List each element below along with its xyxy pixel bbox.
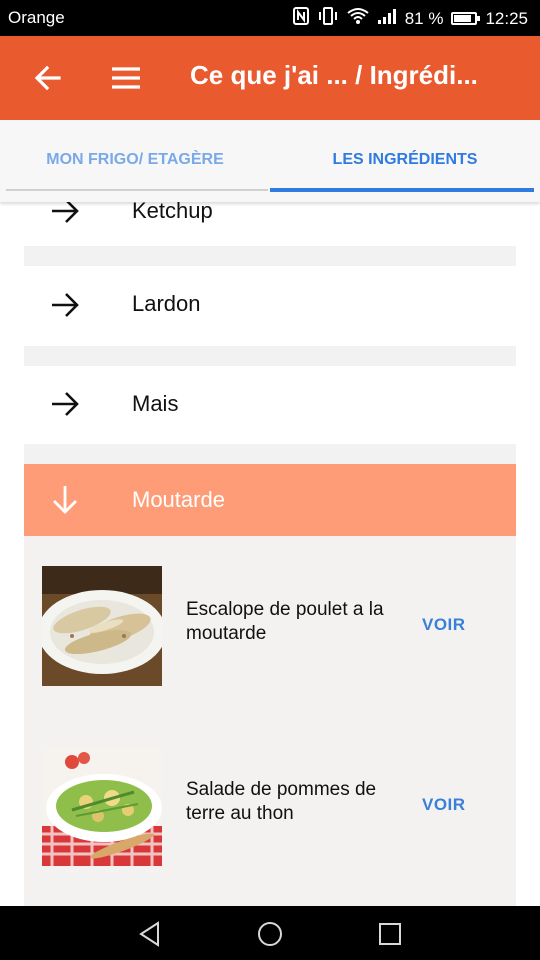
- back-arrow-icon[interactable]: [30, 60, 66, 96]
- arrow-right-icon: [48, 288, 82, 322]
- system-nav-bar: [0, 906, 540, 960]
- recipe-list: Escalope de poulet a la moutarde VOIR Sa…: [24, 536, 516, 916]
- app-bar: Ce que j'ai ... / Ingrédi...: [0, 36, 540, 120]
- recipe-item[interactable]: Salade de pommes de terre au thon VOIR: [24, 746, 516, 876]
- screen: Orange 81 % 12:25 Ce que j'ai ... / Ingr…: [0, 0, 540, 960]
- voir-button[interactable]: VOIR: [422, 615, 466, 635]
- active-tab-indicator: [270, 188, 534, 192]
- ingredient-label: Lardon: [132, 291, 201, 316]
- menu-icon[interactable]: [108, 60, 144, 96]
- arrow-down-icon: [48, 483, 82, 517]
- recipe-item[interactable]: Escalope de poulet a la moutarde VOIR: [24, 566, 516, 696]
- voir-button[interactable]: VOIR: [422, 795, 466, 815]
- recipe-image-salade[interactable]: [42, 746, 162, 866]
- status-icons: 81 % 12:25: [292, 7, 528, 30]
- signal-icon: [377, 7, 397, 30]
- row-separator: [24, 346, 516, 366]
- status-bar: Orange 81 % 12:25: [0, 0, 540, 36]
- recipe-name: Salade de pommes de terre au thon: [186, 779, 377, 824]
- ingredient-label: Moutarde: [132, 487, 225, 512]
- vibrate-icon: [317, 7, 339, 30]
- battery-icon: [451, 12, 481, 25]
- battery-percent: 81 %: [404, 8, 444, 28]
- arrow-right-icon: [48, 387, 82, 421]
- carrier-name: Orange: [8, 8, 65, 27]
- recents-square-icon[interactable]: [376, 920, 404, 948]
- recipe-image-escalope[interactable]: [42, 566, 162, 686]
- row-separator: [24, 444, 516, 464]
- clock: 12:25: [485, 8, 528, 28]
- ingredient-label: Mais: [132, 391, 179, 416]
- recipe-name: Escalope de poulet a la moutarde: [186, 599, 384, 644]
- nfc-icon: [292, 7, 309, 30]
- ingredient-row[interactable]: Lardon: [24, 266, 516, 346]
- back-triangle-icon[interactable]: [136, 920, 164, 948]
- wifi-icon: [347, 7, 369, 30]
- home-circle-icon[interactable]: [256, 920, 284, 948]
- ingredient-row[interactable]: Mais: [24, 366, 516, 444]
- tab-divider: [6, 189, 268, 191]
- row-separator: [24, 246, 516, 266]
- ingredient-row-expanded[interactable]: Moutarde: [24, 464, 516, 536]
- page-title: Ce que j'ai ... / Ingrédi...: [190, 60, 478, 90]
